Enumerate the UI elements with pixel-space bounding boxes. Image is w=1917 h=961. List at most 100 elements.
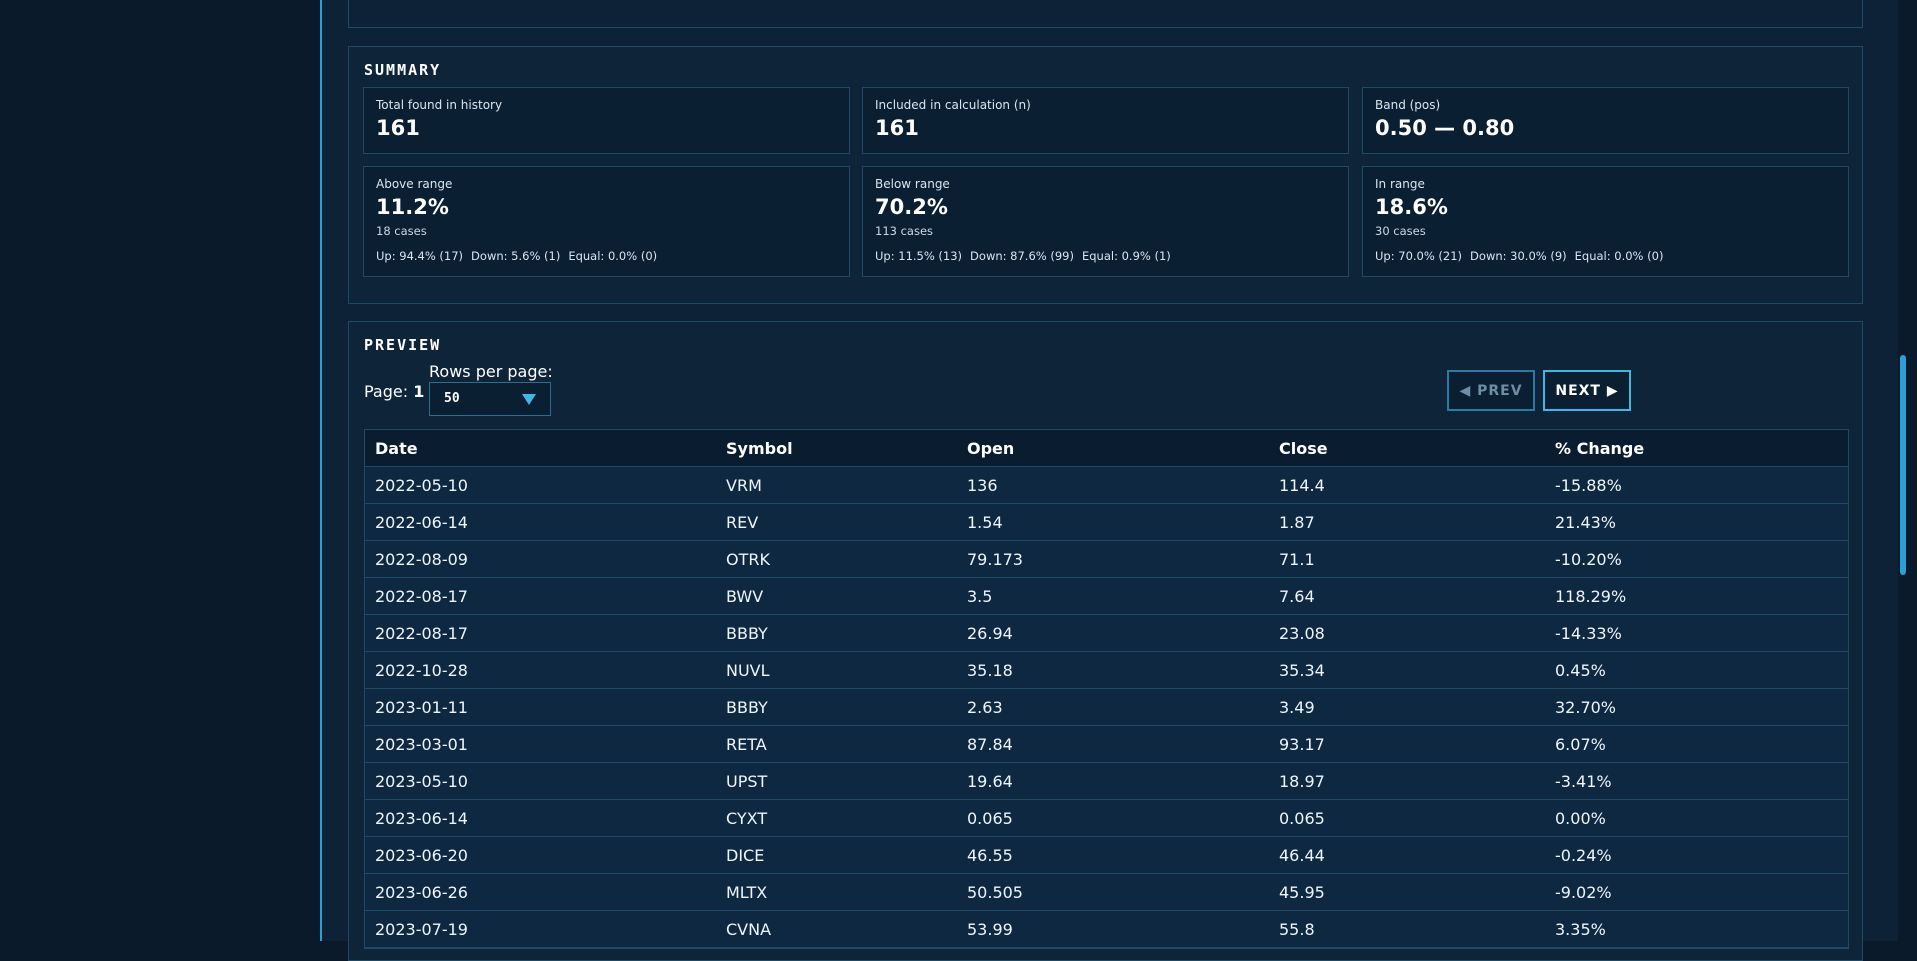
cell-symbol: CVNA	[726, 920, 772, 939]
card-label: In range	[1375, 177, 1425, 191]
cell-date: 2023-05-10	[375, 772, 468, 791]
table-row: 2022-05-10 VRM 136 114.4 -15.88%	[365, 467, 1848, 504]
breakdown-down: Down: 87.6% (99)	[970, 249, 1074, 263]
card-label: Total found in history	[376, 98, 503, 112]
breakdown-down: Down: 5.6% (1)	[471, 249, 561, 263]
cell-close: 46.44	[1279, 846, 1325, 865]
total-found-card: Total found in history 161	[363, 87, 850, 154]
card-breakdown: Up: 11.5% (13) Down: 87.6% (99) Equal: 0.9…	[875, 249, 1179, 263]
cell-change: -0.24%	[1555, 846, 1612, 865]
table-row: 2022-06-14 REV 1.54 1.87 21.43%	[365, 504, 1848, 541]
cell-date: 2022-08-17	[375, 587, 468, 606]
cell-close: 23.08	[1279, 624, 1325, 643]
card-label: Included in calculation (n)	[875, 98, 1031, 112]
breakdown-equal: Equal: 0.0% (0)	[1574, 249, 1664, 263]
breakdown-equal: Equal: 0.0% (0)	[568, 249, 658, 263]
prev-page-button[interactable]: ◀ PREV	[1447, 370, 1535, 411]
breakdown-up: Up: 70.0% (21)	[1375, 249, 1463, 263]
cell-close: 55.8	[1279, 920, 1315, 939]
table-row: 2022-08-17 BBBY 26.94 23.08 -14.33%	[365, 615, 1848, 652]
cell-date: 2023-06-20	[375, 846, 468, 865]
card-value: 18.6%	[1375, 195, 1448, 219]
card-cases: 113 cases	[875, 224, 934, 238]
cell-open: 2.63	[967, 698, 1003, 717]
cell-symbol: NUVL	[726, 661, 770, 680]
cell-date: 2022-08-09	[375, 550, 468, 569]
breakdown-up: Up: 11.5% (13)	[875, 249, 963, 263]
cell-date: 2023-03-01	[375, 735, 468, 754]
breakdown-down: Down: 30.0% (9)	[1470, 249, 1567, 263]
table-row: 2022-08-09 OTRK 79.173 71.1 -10.20%	[365, 541, 1848, 578]
top-panel-remnant	[348, 0, 1863, 28]
column-header-symbol[interactable]: Symbol	[726, 439, 793, 458]
cell-close: 71.1	[1279, 550, 1315, 569]
cell-symbol: UPST	[726, 772, 768, 791]
cell-close: 7.64	[1279, 587, 1315, 606]
card-breakdown: Up: 70.0% (21) Down: 30.0% (9) Equal: 0.0%…	[1375, 249, 1671, 263]
rows-per-page-value: 50	[444, 391, 460, 406]
cell-change: 118.29%	[1555, 587, 1627, 606]
cell-change: -3.41%	[1555, 772, 1612, 791]
table-row: 2023-07-19 CVNA 53.99 55.8 3.35%	[365, 911, 1848, 948]
table-row: 2023-01-11 BBBY 2.63 3.49 32.70%	[365, 689, 1848, 726]
cell-date: 2023-06-14	[375, 809, 468, 828]
card-cases: 30 cases	[1375, 224, 1426, 238]
card-label: Above range	[376, 177, 453, 191]
cell-close: 35.34	[1279, 661, 1325, 680]
column-header-close[interactable]: Close	[1279, 439, 1328, 458]
cell-open: 35.18	[967, 661, 1013, 680]
cell-symbol: DICE	[726, 846, 765, 865]
card-value: 70.2%	[875, 195, 948, 219]
cell-change: -14.33%	[1555, 624, 1622, 643]
breakdown-up: Up: 94.4% (17)	[376, 249, 464, 263]
cell-date: 2022-08-17	[375, 624, 468, 643]
next-page-button[interactable]: NEXT ▶	[1543, 370, 1631, 411]
table-row: 2022-08-17 BWV 3.5 7.64 118.29%	[365, 578, 1848, 615]
column-header-date[interactable]: Date	[375, 439, 418, 458]
page-scrollbar[interactable]	[1898, 0, 1907, 941]
cell-symbol: BBBY	[726, 624, 768, 643]
cell-change: -9.02%	[1555, 883, 1612, 902]
rows-per-page-select[interactable]: 50	[429, 382, 551, 416]
card-cases: 18 cases	[376, 224, 427, 238]
table-row: 2022-10-28 NUVL 35.18 35.34 0.45%	[365, 652, 1848, 689]
cell-close: 93.17	[1279, 735, 1325, 754]
card-breakdown: Up: 94.4% (17) Down: 5.6% (1) Equal: 0.0% …	[376, 249, 665, 263]
column-header-open[interactable]: Open	[967, 439, 1014, 458]
preview-panel: Preview Page: 1 Rows per page: 50 ◀ PREV…	[348, 321, 1863, 961]
above-range-card: Above range 11.2% 18 cases Up: 94.4% (17…	[363, 166, 850, 277]
cell-open: 87.84	[967, 735, 1013, 754]
breakdown-equal: Equal: 0.9% (1)	[1081, 249, 1171, 263]
cell-open: 136	[967, 476, 998, 495]
cell-close: 1.87	[1279, 513, 1315, 532]
preview-table: Date Symbol Open Close % Change 2022-05-…	[364, 429, 1849, 949]
table-row: 2023-06-14 CYXT 0.065 0.065 0.00%	[365, 800, 1848, 837]
cell-symbol: MLTX	[726, 883, 768, 902]
table-row: 2023-03-01 RETA 87.84 93.17 6.07%	[365, 726, 1848, 763]
cell-open: 1.54	[967, 513, 1003, 532]
page-label: Page:	[364, 382, 409, 401]
cell-open: 46.55	[967, 846, 1013, 865]
rows-per-page-label: Rows per page:	[429, 362, 553, 381]
below-range-card: Below range 70.2% 113 cases Up: 11.5% (1…	[862, 166, 1349, 277]
cell-change: 0.00%	[1555, 809, 1606, 828]
cell-open: 79.173	[967, 550, 1023, 569]
cell-open: 26.94	[967, 624, 1013, 643]
cell-change: 3.35%	[1555, 920, 1606, 939]
table-row: 2023-06-20 DICE 46.55 46.44 -0.24%	[365, 837, 1848, 874]
table-header-row: Date Symbol Open Close % Change	[365, 430, 1848, 467]
included-card: Included in calculation (n) 161	[862, 87, 1349, 154]
cell-symbol: REV	[726, 513, 759, 532]
scrollbar-thumb[interactable]	[1900, 355, 1906, 575]
cell-change: -15.88%	[1555, 476, 1622, 495]
column-header-change[interactable]: % Change	[1555, 439, 1644, 458]
cell-date: 2023-07-19	[375, 920, 468, 939]
left-sidebar-background	[0, 0, 320, 941]
cell-change: 6.07%	[1555, 735, 1606, 754]
cell-open: 50.505	[967, 883, 1023, 902]
card-label: Band (pos)	[1375, 98, 1441, 112]
card-label: Below range	[875, 177, 950, 191]
cell-date: 2023-01-11	[375, 698, 468, 717]
cell-symbol: CYXT	[726, 809, 768, 828]
card-value: 11.2%	[376, 195, 449, 219]
